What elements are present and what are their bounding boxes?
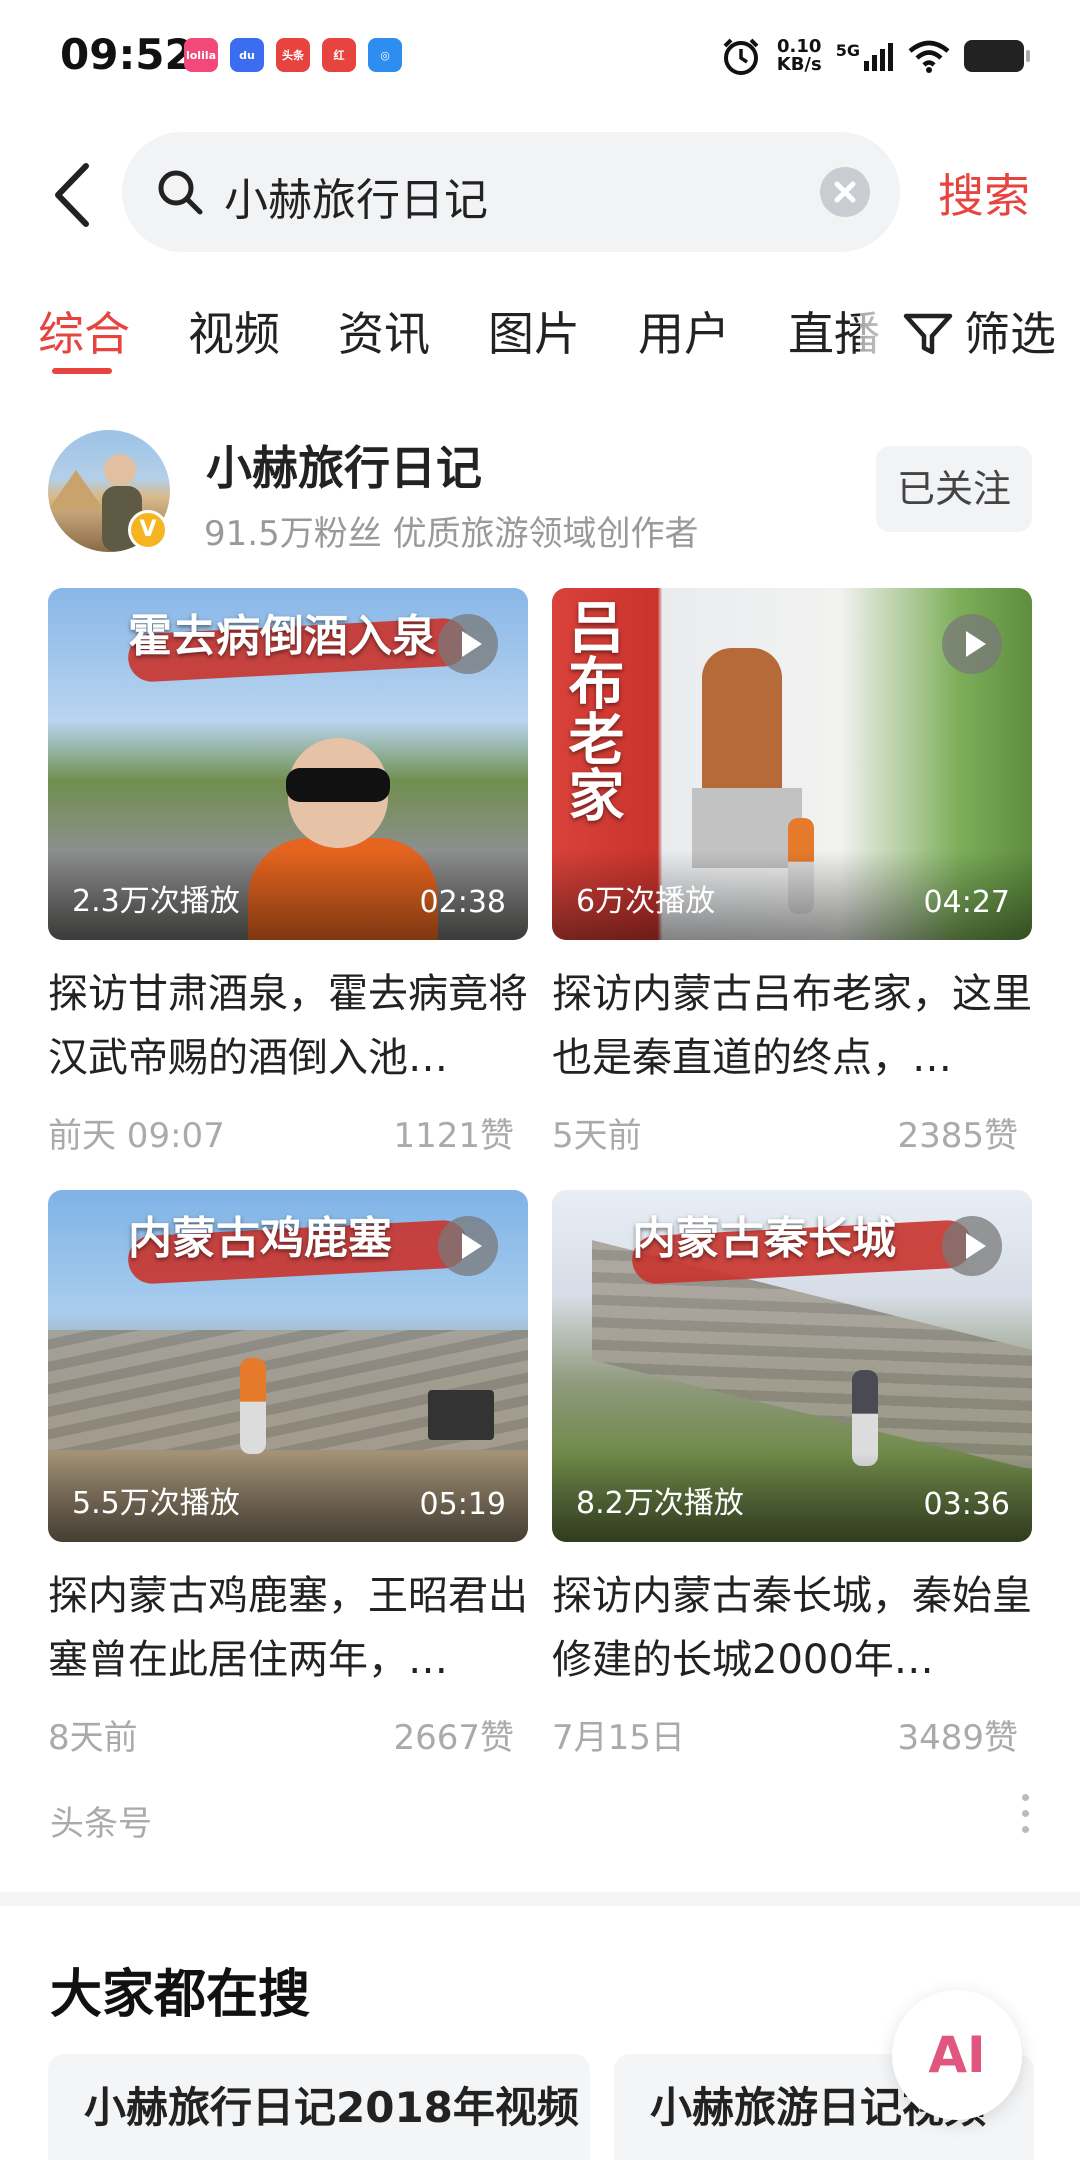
video-date: 8天前 (48, 1718, 138, 1758)
browser-app-icon: ◎ (368, 38, 402, 72)
notification-app-icons: lolila du 头条 红 ◎ (184, 38, 402, 72)
search-icon (158, 170, 203, 215)
thumbnail-title: 内蒙古秦长城 (632, 1213, 896, 1264)
tab-images[interactable]: 图片 (488, 298, 580, 364)
ai-assistant-button[interactable]: AI (892, 1990, 1022, 2120)
video-thumbnail[interactable]: 吕布老家 6万次播放 04:27 (552, 588, 1032, 940)
play-icon[interactable] (438, 614, 498, 674)
active-tab-indicator (52, 368, 112, 374)
gift-app-icon: 红 (322, 38, 356, 72)
thumbnail-title: 吕布老家 (559, 598, 625, 822)
network-speed: 0.10 KB/s (777, 38, 822, 74)
video-card[interactable]: 吕布老家 6万次播放 04:27 探访内蒙古吕布老家，这里也是秦直道的终点，… … (552, 588, 1032, 1156)
filter-icon (903, 313, 953, 355)
play-count: 5.5万次播放 (72, 1486, 240, 1521)
thumbnail-person (240, 1358, 266, 1454)
section-divider (0, 1892, 1080, 1906)
play-icon[interactable] (438, 1216, 498, 1276)
search-input[interactable]: 小赫旅行日记 (122, 132, 900, 252)
thumbnail-title: 霍去病倒酒入泉 (128, 611, 436, 662)
tab-video[interactable]: 视频 (188, 298, 280, 364)
tab-news[interactable]: 资讯 (338, 298, 430, 364)
signal-bars-icon (864, 43, 893, 71)
video-duration: 04:27 (923, 885, 1010, 920)
play-count: 8.2万次播放 (576, 1486, 744, 1521)
video-footer: 8天前 2667赞 (48, 1710, 528, 1758)
search-query[interactable]: 小赫旅行日记 (224, 164, 488, 228)
status-time: 09:52 (60, 30, 194, 79)
play-icon[interactable] (942, 1216, 1002, 1276)
lolila-app-icon: lolila (184, 38, 218, 72)
video-footer: 5天前 2385赞 (552, 1108, 1032, 1156)
thumbnail-statue (702, 648, 782, 808)
video-likes: 1121赞 (393, 1116, 514, 1156)
video-card[interactable]: 内蒙古秦长城 8.2万次播放 03:36 探访内蒙古秦长城，秦始皇修建的长城20… (552, 1190, 1032, 1758)
toutiao-app-icon: 头条 (276, 38, 310, 72)
search-tabs: 综合 视频 资讯 图片 用户 直播 筛选 (0, 290, 1080, 380)
wifi-icon (908, 40, 950, 73)
thumbnail-title: 内蒙古鸡鹿塞 (128, 1213, 392, 1264)
cell-signal: 5G (836, 41, 894, 71)
video-duration: 02:38 (419, 885, 506, 920)
network-speed-unit: KB/s (776, 54, 822, 75)
verified-badge: V (128, 510, 168, 550)
alarm-icon (723, 38, 759, 75)
source-label: 头条号 (50, 1804, 152, 1844)
author-meta: 91.5万粉丝 优质旅游领域创作者 (204, 514, 699, 554)
video-thumbnail[interactable]: 内蒙古鸡鹿塞 5.5万次播放 05:19 (48, 1190, 528, 1542)
video-title[interactable]: 探访内蒙古秦长城，秦始皇修建的长城2000年… (552, 1564, 1032, 1692)
video-thumbnail[interactable]: 霍去病倒酒入泉 2.3万次播放 02:38 (48, 588, 528, 940)
video-title[interactable]: 探访内蒙古吕布老家，这里也是秦直道的终点，… (552, 962, 1032, 1090)
follow-button[interactable]: 已关注 (876, 446, 1032, 532)
status-right: 0.10 KB/s 5G (719, 34, 1030, 78)
search-button[interactable]: 搜索 (938, 160, 1030, 226)
video-duration: 03:36 (923, 1487, 1010, 1522)
trending-title: 大家都在搜 (50, 1965, 311, 2025)
thumbnail-sign (428, 1390, 494, 1440)
baidu-app-icon: du (230, 38, 264, 72)
video-date: 7月15日 (552, 1718, 685, 1758)
video-date: 前天 09:07 (48, 1116, 225, 1156)
play-count: 2.3万次播放 (72, 884, 240, 919)
author-name[interactable]: 小赫旅行日记 (206, 432, 482, 498)
back-arrow-icon[interactable] (48, 160, 98, 230)
clear-search-icon[interactable] (820, 167, 870, 217)
filter-label: 筛选 (964, 307, 1056, 361)
more-options-icon[interactable] (1022, 1794, 1032, 1840)
play-icon[interactable] (942, 614, 1002, 674)
video-likes: 3489赞 (897, 1718, 1018, 1758)
video-card[interactable]: 内蒙古鸡鹿塞 5.5万次播放 05:19 探内蒙古鸡鹿塞，王昭君出塞曾在此居住两… (48, 1190, 528, 1758)
play-count: 6万次播放 (576, 884, 716, 919)
video-likes: 2385赞 (897, 1116, 1018, 1156)
close-icon (834, 181, 856, 203)
network-type: 5G (835, 41, 860, 60)
video-footer: 前天 09:07 1121赞 (48, 1108, 528, 1156)
video-date: 5天前 (552, 1116, 642, 1156)
trending-chip[interactable]: 小赫旅行日记2018年视频 (48, 2054, 590, 2160)
battery-icon (964, 40, 1030, 72)
video-title[interactable]: 探访甘肃酒泉，霍去病竟将汉武帝赐的酒倒入池… (48, 962, 528, 1090)
tab-users[interactable]: 用户 (638, 298, 730, 364)
video-title[interactable]: 探内蒙古鸡鹿塞，王昭君出塞曾在此居住两年，… (48, 1564, 528, 1692)
video-thumbnail[interactable]: 内蒙古秦长城 8.2万次播放 03:36 (552, 1190, 1032, 1542)
video-card[interactable]: 霍去病倒酒入泉 2.3万次播放 02:38 探访甘肃酒泉，霍去病竟将汉武帝赐的酒… (48, 588, 528, 1156)
filter-button[interactable]: 筛选 (860, 290, 1080, 380)
status-bar: 09:52 lolila du 头条 红 ◎ 0.10 KB/s 5G (0, 0, 1080, 110)
video-footer: 7月15日 3489赞 (552, 1710, 1032, 1758)
video-likes: 2667赞 (393, 1718, 514, 1758)
tab-comprehensive[interactable]: 综合 (38, 298, 130, 364)
video-duration: 05:19 (419, 1487, 506, 1522)
